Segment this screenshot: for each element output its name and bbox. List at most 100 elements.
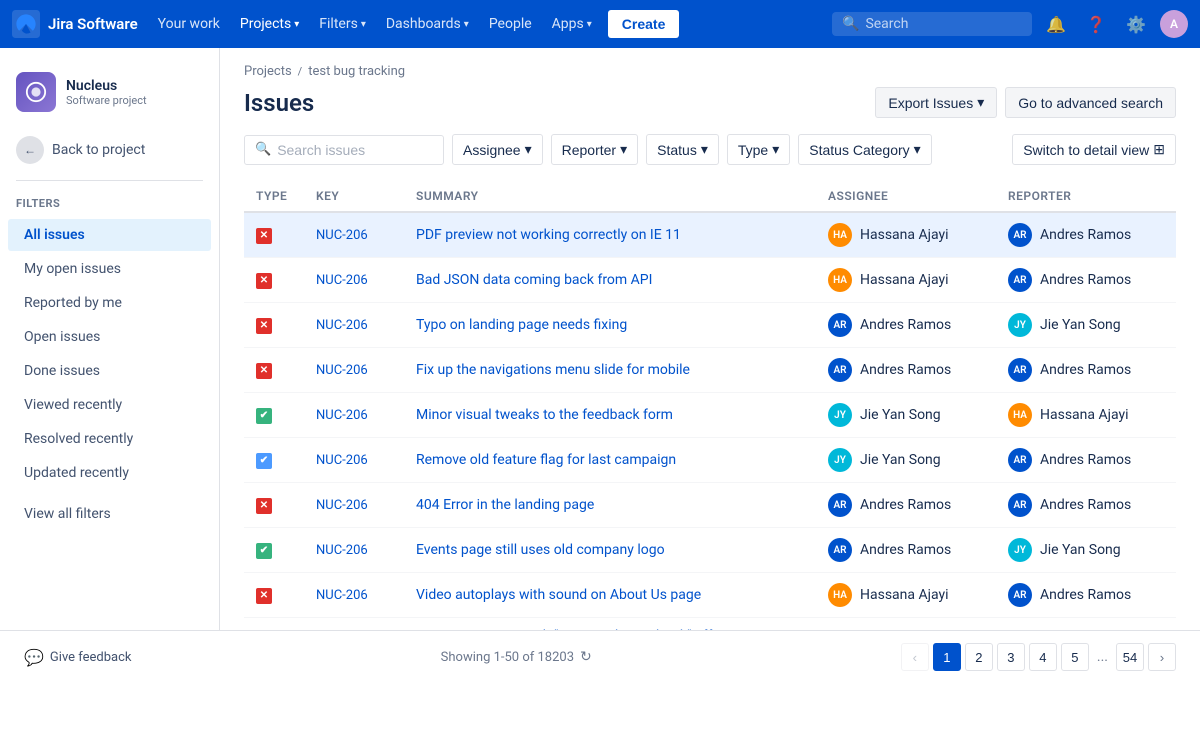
cell-assignee: ARAndres Ramos [816,348,996,393]
nav-people[interactable]: People [481,12,540,36]
nav-dashboards[interactable]: Dashboards ▾ [378,12,477,36]
pagination-page-4[interactable]: 4 [1029,643,1057,671]
app-logo[interactable]: Jira Software [12,10,138,38]
assignee-filter-button[interactable]: Assignee ▾ [452,134,543,165]
refresh-icon[interactable]: ↻ [580,649,592,665]
col-header-key: Key [304,181,404,212]
back-to-project[interactable]: ← Back to project [0,128,219,172]
user-avatar[interactable]: A [1160,10,1188,38]
cell-summary[interactable]: Video autoplays with sound on About Us p… [404,573,816,618]
status-chevron-icon: ▾ [701,141,708,158]
cell-summary[interactable]: Bad JSON data coming back from API [404,258,816,303]
cell-summary[interactable]: Fix up the navigations menu slide for mo… [404,348,816,393]
pagination-page-5[interactable]: 5 [1061,643,1089,671]
search-issues-field[interactable]: 🔍 [244,135,444,165]
app-name: Jira Software [48,15,138,33]
filter-row: 🔍 Assignee ▾ Reporter ▾ Status ▾ Type ▾ … [244,134,1176,165]
cell-key[interactable]: NUC-206 [304,258,404,303]
cell-summary[interactable]: 404 Error in the landing page [404,483,816,528]
table-row[interactable]: ✔NUC-206Minor visual tweaks to the feedb… [244,393,1176,438]
create-button[interactable]: Create [608,10,680,38]
sidebar-item-reported-by-me[interactable]: Reported by me [8,287,211,319]
breadcrumb-projects[interactable]: Projects [244,64,292,79]
cell-key[interactable]: NUC-206 [304,393,404,438]
nav-projects[interactable]: Projects ▾ [232,12,307,36]
cell-summary[interactable]: PDF preview not working correctly on IE … [404,212,816,258]
apps-chevron-icon: ▾ [587,19,592,30]
nav-filters[interactable]: Filters ▾ [311,12,374,36]
settings-icon[interactable]: ⚙️ [1120,8,1152,40]
notifications-icon[interactable]: 🔔 [1040,8,1072,40]
sidebar-item-open-issues[interactable]: Open issues [8,321,211,353]
pagination-next[interactable]: › [1148,643,1176,671]
pagination-last-page[interactable]: 54 [1116,643,1144,671]
status-category-filter-button[interactable]: Status Category ▾ [798,134,931,165]
table-row[interactable]: ✕NUC-206Bad JSON data coming back from A… [244,258,1176,303]
pagination-page-2[interactable]: 2 [965,643,993,671]
cell-summary[interactable]: Remove old feature flag for last campaig… [404,438,816,483]
header-actions: Export Issues ▾ Go to advanced search [875,87,1176,118]
search-issues-input[interactable] [277,142,417,158]
sidebar-item-resolved-recently[interactable]: Resolved recently [8,423,211,455]
type-filter-button[interactable]: Type ▾ [727,134,790,165]
main-content: Projects / test bug tracking Issues Expo… [220,48,1200,683]
cell-reporter: ARAndres Ramos [996,212,1176,258]
export-dropdown-icon: ▾ [977,94,984,111]
pagination-page-1[interactable]: 1 [933,643,961,671]
status-filter-button[interactable]: Status ▾ [646,134,719,165]
table-row[interactable]: ✕NUC-206PDF preview not working correctl… [244,212,1176,258]
cell-key[interactable]: NUC-206 [304,348,404,393]
table-row[interactable]: ✔NUC-206Events page still uses old compa… [244,528,1176,573]
sidebar-item-my-open-issues[interactable]: My open issues [8,253,211,285]
table-body: ✕NUC-206PDF preview not working correctl… [244,212,1176,683]
breadcrumb: Projects / test bug tracking [244,64,1176,79]
pagination-prev[interactable]: ‹ [901,643,929,671]
cell-summary[interactable]: Minor visual tweaks to the feedback form [404,393,816,438]
pagination-ellipsis: ... [1093,649,1112,665]
cell-key[interactable]: NUC-206 [304,528,404,573]
cell-type: ✕ [244,483,304,528]
cell-type: ✔ [244,393,304,438]
cell-type: ✕ [244,573,304,618]
table-row[interactable]: ✕NUC-206404 Error in the landing pageARA… [244,483,1176,528]
cell-key[interactable]: NUC-206 [304,483,404,528]
cell-reporter: JYJie Yan Song [996,303,1176,348]
export-issues-button[interactable]: Export Issues ▾ [875,87,997,118]
project-type: Software project [66,94,147,107]
reporter-filter-button[interactable]: Reporter ▾ [551,134,639,165]
sidebar-item-viewed-recently[interactable]: Viewed recently [8,389,211,421]
advanced-search-button[interactable]: Go to advanced search [1005,87,1176,118]
table-row[interactable]: ✕NUC-206Fix up the navigations menu slid… [244,348,1176,393]
view-all-filters[interactable]: View all filters [8,498,211,530]
nav-apps[interactable]: Apps ▾ [544,12,600,36]
cell-summary[interactable]: Typo on landing page needs fixing [404,303,816,348]
cell-key[interactable]: NUC-206 [304,212,404,258]
feedback-label: Give feedback [50,650,132,665]
showing-count: Showing 1-50 of 18203 ↻ [441,649,592,665]
back-icon: ← [16,136,44,164]
cell-assignee: HAHassana Ajayi [816,212,996,258]
type-chevron-icon: ▾ [772,141,779,158]
nav-your-work[interactable]: Your work [150,12,228,36]
help-icon[interactable]: ❓ [1080,8,1112,40]
cell-reporter: ARAndres Ramos [996,573,1176,618]
pagination-page-3[interactable]: 3 [997,643,1025,671]
top-navigation: Jira Software Your work Projects ▾ Filte… [0,0,1200,48]
breadcrumb-project-name[interactable]: test bug tracking [308,64,405,79]
cell-summary[interactable]: Events page still uses old company logo [404,528,816,573]
table-row[interactable]: ✕NUC-206Video autoplays with sound on Ab… [244,573,1176,618]
cell-key[interactable]: NUC-206 [304,573,404,618]
table-row[interactable]: ✕NUC-206Typo on landing page needs fixin… [244,303,1176,348]
col-header-assignee: Assignee [816,181,996,212]
cell-key[interactable]: NUC-206 [304,438,404,483]
sidebar-item-updated-recently[interactable]: Updated recently [8,457,211,489]
sidebar-item-done-issues[interactable]: Done issues [8,355,211,387]
feedback-button[interactable]: 💬 Give feedback [24,648,132,667]
search-box[interactable]: 🔍 Search [832,12,1032,36]
sidebar-item-all-issues[interactable]: All issues [8,219,211,251]
cell-key[interactable]: NUC-206 [304,303,404,348]
switch-view-button[interactable]: Switch to detail view ⊞ [1012,134,1176,165]
search-placeholder-text: Search [865,16,908,32]
issues-table: Type Key Summary Assignee Reporter ✕NUC-… [244,181,1176,683]
table-row[interactable]: ✔NUC-206Remove old feature flag for last… [244,438,1176,483]
